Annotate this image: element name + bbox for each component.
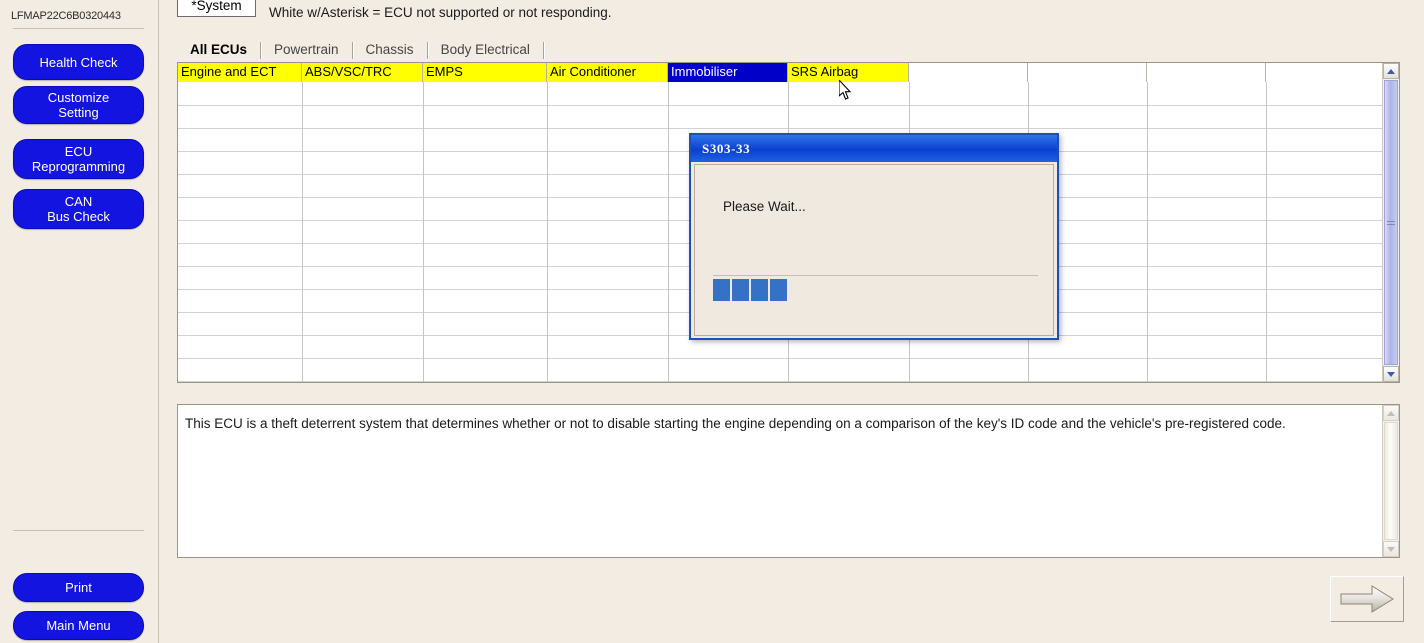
progress-block bbox=[732, 279, 749, 301]
ecu-grid-row[interactable] bbox=[178, 358, 1383, 382]
ecu-grid-column-divider bbox=[423, 82, 424, 382]
ecu-grid-column-divider bbox=[1147, 82, 1148, 382]
ecu-reprogramming-button-label-2: Reprogramming bbox=[31, 159, 126, 174]
main-content: *System White w/Asterisk = ECU not suppo… bbox=[163, 0, 1424, 643]
tab-separator bbox=[542, 42, 544, 59]
customize-setting-button-label-2: Setting bbox=[58, 105, 99, 120]
scrollbar-grip-icon bbox=[1387, 224, 1395, 225]
can-bus-check-button-label-1: CAN bbox=[64, 194, 93, 209]
please-wait-dialog: S303-33 Please Wait... bbox=[689, 133, 1059, 340]
dialog-title-bar[interactable]: S303-33 bbox=[691, 135, 1057, 162]
progress-bar bbox=[713, 275, 1038, 301]
ecu-reprogramming-button-label-1: ECU bbox=[64, 144, 93, 159]
print-button-label: Print bbox=[65, 580, 92, 595]
ecu-table-scrollbar[interactable] bbox=[1382, 63, 1399, 382]
legend-description: White w/Asterisk = ECU not supported or … bbox=[269, 5, 612, 20]
arrow-right-icon bbox=[1340, 585, 1394, 613]
scrollbar-grip-icon bbox=[1387, 221, 1395, 222]
description-scroll-up-button[interactable] bbox=[1383, 405, 1399, 421]
tab-chassis[interactable]: Chassis bbox=[353, 40, 427, 61]
ecu-column-header-empty-8[interactable] bbox=[1147, 63, 1266, 82]
sidebar-divider-bottom bbox=[13, 530, 144, 531]
customize-setting-button[interactable]: Customize Setting bbox=[13, 86, 144, 124]
ecu-column-header-empty-9[interactable] bbox=[1266, 63, 1383, 82]
progress-block bbox=[713, 279, 730, 301]
ecu-column-header-engine-and-ect[interactable]: Engine and ECT bbox=[178, 63, 302, 82]
chevron-down-icon bbox=[1387, 371, 1395, 377]
progress-block bbox=[751, 279, 768, 301]
tab-powertrain[interactable]: Powertrain bbox=[261, 40, 352, 61]
ecu-grid-header-row: Engine and ECT ABS/VSC/TRC EMPS Air Conditi… bbox=[178, 63, 1383, 82]
ecu-grid-column-divider bbox=[302, 82, 303, 382]
chevron-down-icon bbox=[1387, 546, 1395, 552]
main-menu-button-label: Main Menu bbox=[46, 618, 111, 633]
ecu-column-header-srs-airbag[interactable]: SRS Airbag bbox=[788, 63, 909, 82]
system-legend-chip: *System bbox=[177, 0, 256, 17]
scroll-down-button[interactable] bbox=[1383, 366, 1399, 382]
chevron-up-icon bbox=[1387, 68, 1395, 74]
progress-block bbox=[770, 279, 787, 301]
ecu-column-header-emps[interactable]: EMPS bbox=[423, 63, 547, 82]
ecu-grid-column-divider bbox=[547, 82, 548, 382]
description-scroll-down-button[interactable] bbox=[1383, 541, 1399, 557]
can-bus-check-button[interactable]: CAN Bus Check bbox=[13, 189, 144, 229]
progress-bar-fill bbox=[713, 279, 787, 301]
sidebar: LFMAP22C6B0320443 Health Check Customize… bbox=[0, 0, 159, 643]
ecu-grid-column-divider bbox=[668, 82, 669, 382]
ecu-grid-row[interactable] bbox=[178, 82, 1383, 106]
dialog-message: Please Wait... bbox=[723, 199, 806, 214]
ecu-column-header-immobiliser[interactable]: Immobiliser bbox=[668, 63, 788, 82]
ecu-column-header-empty-7[interactable] bbox=[1028, 63, 1147, 82]
customize-setting-button-label-1: Customize bbox=[47, 90, 110, 105]
health-check-button[interactable]: Health Check bbox=[13, 44, 144, 80]
ecu-column-header-abs-vsc-trc[interactable]: ABS/VSC/TRC bbox=[302, 63, 423, 82]
ecu-column-header-empty-6[interactable] bbox=[909, 63, 1028, 82]
ecu-description-text: This ECU is a theft deterrent system tha… bbox=[185, 416, 1286, 431]
main-menu-button[interactable]: Main Menu bbox=[13, 611, 144, 640]
sidebar-divider-top bbox=[13, 28, 144, 29]
ecu-grid-row[interactable] bbox=[178, 105, 1383, 129]
ecu-column-header-air-conditioner[interactable]: Air Conditioner bbox=[547, 63, 668, 82]
scroll-up-button[interactable] bbox=[1383, 63, 1399, 79]
description-scrollbar-track[interactable] bbox=[1384, 422, 1398, 540]
tab-body-electrical[interactable]: Body Electrical bbox=[428, 40, 543, 61]
sidebar-inner: LFMAP22C6B0320443 Health Check Customize… bbox=[1, 0, 156, 643]
description-scrollbar[interactable] bbox=[1382, 405, 1399, 557]
print-button[interactable]: Print bbox=[13, 573, 144, 602]
ecu-reprogramming-button[interactable]: ECU Reprogramming bbox=[13, 139, 144, 179]
can-bus-check-button-label-2: Bus Check bbox=[47, 209, 110, 224]
vin-label: LFMAP22C6B0320443 bbox=[11, 10, 121, 22]
tab-all-ecus[interactable]: All ECUs bbox=[177, 40, 260, 61]
chevron-up-icon bbox=[1387, 410, 1395, 416]
ecu-description-panel: This ECU is a theft deterrent system tha… bbox=[177, 404, 1400, 558]
health-check-button-label: Health Check bbox=[39, 54, 118, 70]
ecu-category-tabs: All ECUs Powertrain Chassis Body Electrical bbox=[177, 40, 544, 64]
ecu-grid-column-divider bbox=[1266, 82, 1267, 382]
next-button[interactable] bbox=[1330, 576, 1404, 622]
dialog-body: Please Wait... bbox=[694, 164, 1054, 336]
scrollbar-thumb[interactable] bbox=[1384, 80, 1398, 365]
